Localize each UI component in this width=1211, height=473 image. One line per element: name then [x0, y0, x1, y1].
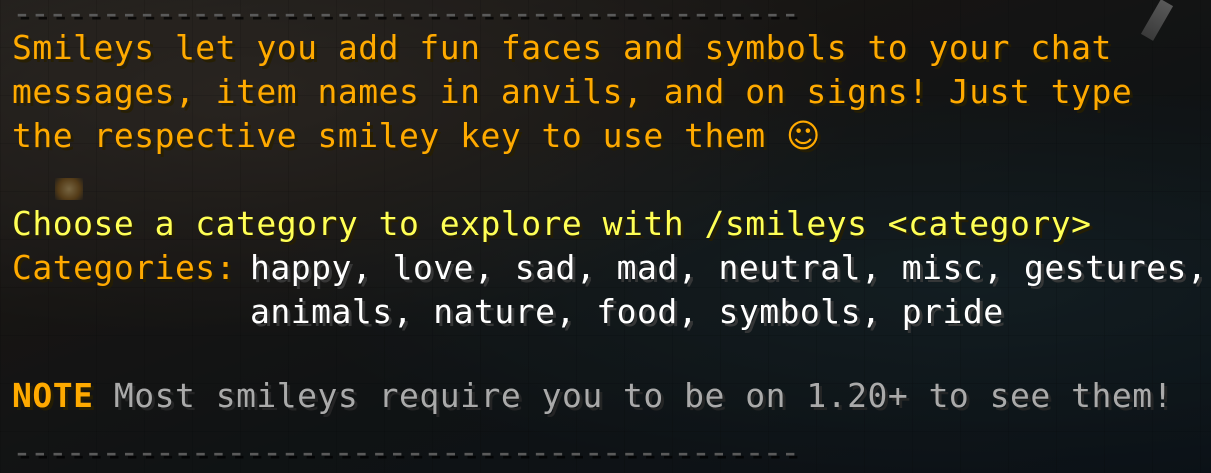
note-line: NOTE Most smileys require you to be on 1… [12, 374, 1207, 418]
separator-bottom: ----------------------------------------… [12, 445, 799, 465]
categories-label: Categories: [12, 248, 237, 287]
separator-top: ----------------------------------------… [12, 6, 800, 26]
chat-panel: ----------------------------------------… [12, 0, 1207, 465]
game-scene: ----------------------------------------… [0, 0, 1211, 473]
intro-line-3: the respective smiley key to use them ☺ [12, 114, 1207, 158]
categories-list-2: animals, nature, food, symbols, pride [250, 292, 1004, 331]
categories-row-2: animals, nature, food, symbols, pride [12, 290, 1207, 334]
category-prompt[interactable]: Choose a category to explore with /smile… [12, 202, 1207, 246]
intro-line-2: messages, item names in anvils, and on s… [12, 72, 1133, 111]
intro-line-1: Smileys let you add fun faces and symbol… [12, 28, 1112, 67]
categories-indent [12, 290, 250, 334]
note-text: Most smileys require you to be on 1.20+ … [113, 376, 1173, 415]
note-label: NOTE [12, 376, 94, 415]
intro-line-3-text: the respective smiley key to use them [12, 116, 766, 155]
categories-row-1: Categories: happy, love, sad, mad, neutr… [12, 246, 1207, 290]
categories-list-1: happy, love, sad, mad, neutral, misc, ge… [250, 248, 1208, 287]
smiley-icon: ☺ [785, 116, 821, 155]
